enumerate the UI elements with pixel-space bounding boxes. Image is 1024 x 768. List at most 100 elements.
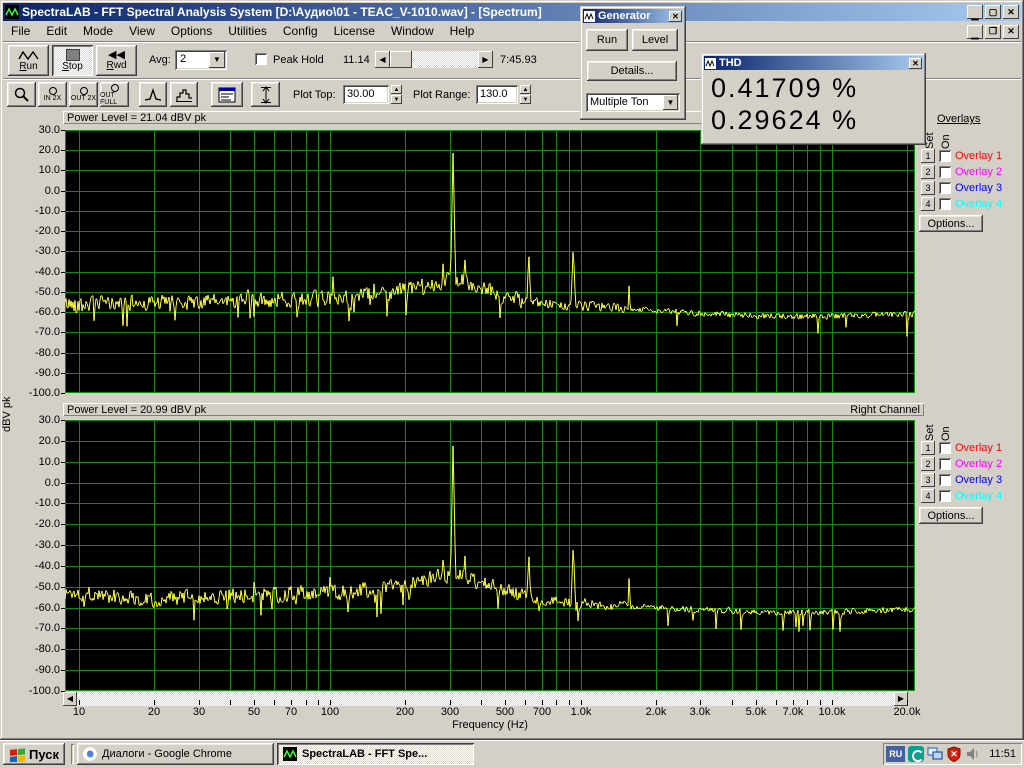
plot-range-field[interactable]: 130.0 xyxy=(476,85,518,104)
plot-scroll-left-arrow[interactable]: ◀ xyxy=(63,692,77,706)
security-alert-icon[interactable]: ✕ xyxy=(946,746,962,762)
generator-level-button[interactable]: Level xyxy=(632,29,678,51)
overlay-set-button-3[interactable]: 3 xyxy=(921,181,935,195)
overlay-on-label: On xyxy=(940,127,952,149)
bar-plot-mode-button[interactable] xyxy=(170,82,198,107)
mdi-minimize-button[interactable]: ▁ xyxy=(967,25,983,39)
zoom-button[interactable] xyxy=(7,82,36,107)
clock-label: 11:51 xyxy=(989,748,1016,760)
thd-close-icon[interactable]: ✕ xyxy=(909,58,922,69)
input-2x-button[interactable]: IN 2X xyxy=(38,82,67,107)
x-tick-label: 700 xyxy=(520,706,564,718)
x-tick-label: 10.0k xyxy=(810,706,854,718)
overlay-checkbox-4[interactable] xyxy=(939,198,951,210)
menu-item-help[interactable]: Help xyxy=(442,22,483,41)
spectrum-plot-right-channel[interactable] xyxy=(65,420,915,691)
overlay-set-button-1[interactable]: 1 xyxy=(921,441,935,455)
plot-range-down-arrow[interactable]: ▼ xyxy=(520,95,531,104)
overlay-checkbox-3[interactable] xyxy=(939,182,951,194)
plot-top-value: 30.00 xyxy=(347,88,375,100)
x-tick-mark xyxy=(525,700,526,705)
overlay-options-button[interactable]: Options... xyxy=(919,215,983,232)
display-options-button[interactable] xyxy=(211,82,243,107)
mdi-close-button[interactable]: ✕ xyxy=(1003,25,1019,39)
vertical-scale-button[interactable] xyxy=(251,82,280,107)
menu-item-view[interactable]: View xyxy=(121,22,163,41)
x-tick-mark xyxy=(330,700,331,705)
generator-dropdown-arrow-icon[interactable]: ▼ xyxy=(663,95,678,110)
overlay-set-button-4[interactable]: 4 xyxy=(921,197,935,211)
seek-thumb[interactable] xyxy=(390,51,412,68)
plot-top-down-arrow[interactable]: ▼ xyxy=(391,95,402,104)
generator-run-button[interactable]: Run xyxy=(586,29,628,51)
overlay-set-button-3[interactable]: 3 xyxy=(921,473,935,487)
task-button[interactable]: SpectraLAB - FFT Spe... xyxy=(277,743,474,765)
spectrum-plot-left-channel[interactable] xyxy=(65,130,915,393)
overlay-checkbox-2[interactable] xyxy=(939,166,951,178)
overlay-checkbox-1[interactable] xyxy=(939,442,951,454)
line-plot-mode-button[interactable] xyxy=(139,82,167,107)
output-full-button[interactable]: OUT FULL xyxy=(100,82,129,107)
volume-icon[interactable] xyxy=(965,746,981,762)
overlay-checkbox-1[interactable] xyxy=(939,150,951,162)
y-tick-mark xyxy=(61,441,65,442)
overlay-set-button-2[interactable]: 2 xyxy=(921,165,935,179)
run-button[interactable]: Run xyxy=(8,45,49,76)
desktop: SpectraLAB - FFT Spectral Analysis Syste… xyxy=(0,0,1024,768)
y-tick-mark xyxy=(61,649,65,650)
plot-top-label: Plot Top: xyxy=(293,89,336,101)
overlay-checkbox-2[interactable] xyxy=(939,458,951,470)
peak-hold-checkbox[interactable] xyxy=(255,53,267,65)
menu-item-utilities[interactable]: Utilities xyxy=(220,22,275,41)
seek-track[interactable] xyxy=(412,51,478,68)
generator-details-button[interactable]: Details... xyxy=(587,61,677,81)
overlay-set-button-4[interactable]: 4 xyxy=(921,489,935,503)
rwd-button[interactable]: ◀◀ Rwd xyxy=(96,45,137,76)
menu-item-options[interactable]: Options xyxy=(163,22,220,41)
start-button[interactable]: Пуск xyxy=(3,743,65,765)
maximize-button[interactable]: ▢ xyxy=(985,5,1001,19)
overlay-set-button-2[interactable]: 2 xyxy=(921,457,935,471)
plot-top-field[interactable]: 30.00 xyxy=(343,85,389,104)
stop-button[interactable]: Stop xyxy=(52,45,93,76)
seek-left-arrow[interactable]: ◀ xyxy=(375,51,390,68)
menu-item-mode[interactable]: Mode xyxy=(75,22,121,41)
generator-close-icon[interactable]: ✕ xyxy=(669,11,682,22)
x-tick-mark xyxy=(291,700,292,705)
output-2x-button[interactable]: OUT 2X xyxy=(69,82,98,107)
overlay-set-button-1[interactable]: 1 xyxy=(921,149,935,163)
network-icon[interactable] xyxy=(927,746,943,762)
menu-item-window[interactable]: Window xyxy=(383,22,442,41)
plot-scroll-right-arrow[interactable]: ▶ xyxy=(894,692,908,706)
menu-item-file[interactable]: File xyxy=(3,22,38,41)
tray-app-icon[interactable] xyxy=(908,746,924,762)
task-button[interactable]: Диалоги - Google Chrome xyxy=(77,743,274,765)
thd-window: THD ✕ 0.41709 % 0.29624 % xyxy=(701,53,926,145)
avg-combobox[interactable]: 2 ▼ xyxy=(175,50,227,70)
y-tick-mark xyxy=(61,332,65,333)
plot-top-up-arrow[interactable]: ▲ xyxy=(391,85,402,94)
window-settings-icon xyxy=(218,87,236,103)
plot-range-up-arrow[interactable]: ▲ xyxy=(520,85,531,94)
clock[interactable]: 11:51 xyxy=(989,748,1016,760)
menu-item-edit[interactable]: Edit xyxy=(38,22,75,41)
mdi-restore-button[interactable]: ❐ xyxy=(985,25,1001,39)
close-button[interactable]: ✕ xyxy=(1003,5,1019,19)
overlay-options-button[interactable]: Options... xyxy=(919,507,983,524)
x-tick-mark xyxy=(405,700,406,705)
spectralab-icon xyxy=(5,5,19,19)
overlay-checkbox-3[interactable] xyxy=(939,474,951,486)
menu-item-config[interactable]: Config xyxy=(275,22,326,41)
y-tick-label: -80.0 xyxy=(10,643,60,655)
y-tick-mark xyxy=(61,150,65,151)
seek-right-arrow[interactable]: ▶ xyxy=(478,51,493,68)
minimize-button[interactable]: ▁ xyxy=(967,5,983,19)
y-axis-unit-label: dBV pk xyxy=(1,382,13,432)
language-indicator[interactable]: RU xyxy=(886,746,905,762)
overlay-checkbox-4[interactable] xyxy=(939,490,951,502)
y-tick-label: -60.0 xyxy=(10,306,60,318)
generator-signal-combobox[interactable]: Multiple Ton ▼ xyxy=(586,93,680,112)
menu-item-license[interactable]: License xyxy=(326,22,383,41)
run-label: un xyxy=(27,61,38,72)
avg-dropdown-arrow-icon[interactable]: ▼ xyxy=(209,52,225,68)
